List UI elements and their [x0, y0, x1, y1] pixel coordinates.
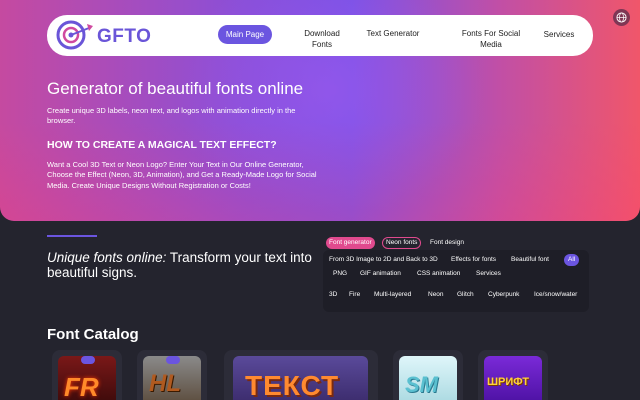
logo[interactable]: GFTO: [53, 18, 153, 52]
tag-all[interactable]: All: [564, 254, 580, 266]
globe-icon: [616, 12, 627, 23]
catalog-thumb-3d-text[interactable]: ТЕКСТ: [233, 356, 368, 400]
nav-text-generator[interactable]: Text Generator: [363, 28, 423, 39]
catalog-thumb-text: SM: [405, 372, 438, 397]
top-navigation: GFTO Main Page Download Fonts Text Gener…: [47, 15, 593, 56]
nav-main-page[interactable]: Main Page: [218, 25, 272, 44]
howto-heading: HOW TO CREATE A MAGICAL TEXT EFFECT?: [47, 139, 277, 151]
hero-subtitle: Create unique 3D labels, neon text, and …: [47, 106, 296, 125]
nav-download-fonts[interactable]: Download Fonts: [297, 28, 347, 50]
howto-description: Want a Cool 3D Text or Neon Logo? Enter …: [47, 160, 317, 190]
tag-cyberpunk[interactable]: Cyberpunk: [488, 289, 519, 301]
catalog-title: Font Catalog: [47, 326, 139, 343]
catalog-card-badge: [166, 356, 180, 364]
tag-effects-for-fonts[interactable]: Effects for fonts: [451, 254, 496, 266]
nav-fonts-social-media[interactable]: Fonts For Social Media: [451, 28, 531, 50]
tag-gif-animation[interactable]: GIF animation: [360, 268, 401, 280]
catalog-thumb-text: ШРИФТ: [487, 376, 529, 388]
tag-3d[interactable]: 3D: [329, 289, 337, 301]
tag-png[interactable]: PNG: [333, 268, 347, 280]
catalog-card-badge: [81, 356, 95, 364]
catalog-thumb-text: ТЕКСТ: [245, 370, 340, 400]
tag-3d-image-2d[interactable]: From 3D Image to 2D and Back to 3D: [329, 254, 438, 266]
unique-fonts-heading: Unique fonts online: Transform your text…: [47, 250, 317, 280]
tag-glitch[interactable]: Glitch: [457, 289, 474, 301]
logo-text: GFTO: [97, 26, 152, 47]
nav-services[interactable]: Services: [539, 29, 579, 40]
tag-services[interactable]: Services: [476, 268, 501, 280]
tag-css-animation[interactable]: CSS animation: [417, 268, 460, 280]
logo-icon: [56, 20, 93, 50]
catalog-thumb-text: HL: [149, 370, 181, 397]
tag-fire[interactable]: Fire: [349, 289, 360, 301]
language-globe-button[interactable]: [613, 9, 630, 26]
tag-beautiful-font[interactable]: Beautiful font: [511, 254, 549, 266]
tag-multi-layered[interactable]: Multi-layered: [374, 289, 411, 301]
catalog-thumb-text: FR: [64, 372, 99, 400]
hero-title: Generator of beautiful fonts online: [47, 79, 304, 98]
tag-neon[interactable]: Neon: [428, 289, 444, 301]
tag-neon-fonts[interactable]: Neon fonts: [382, 237, 422, 249]
unique-fonts-italic: Unique fonts online:: [47, 250, 167, 265]
tag-ice-snow-water[interactable]: Ice/snow/water: [534, 289, 577, 301]
catalog-thumb-neon[interactable]: ШРИФТ: [484, 356, 542, 400]
catalog-thumb-ice[interactable]: SM: [399, 356, 457, 400]
tag-font-design[interactable]: Font design: [430, 237, 464, 249]
tag-font-generator[interactable]: Font generator: [326, 237, 375, 249]
accent-divider: [47, 235, 97, 237]
